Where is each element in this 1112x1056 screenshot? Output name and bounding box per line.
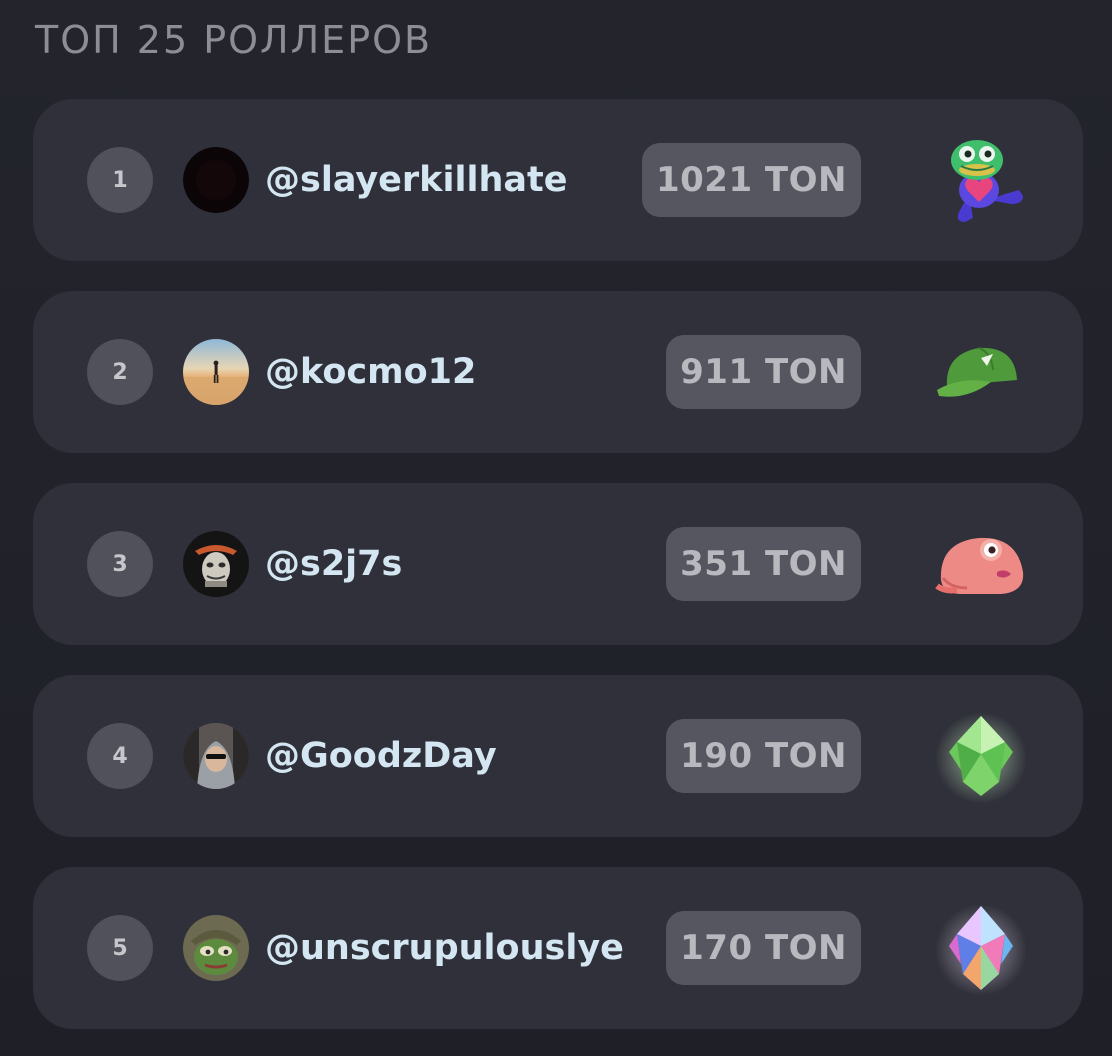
rainbow-crystal-icon [935, 904, 1027, 996]
user-avatar[interactable] [183, 723, 249, 789]
username-link[interactable]: @kocmo12 [265, 347, 476, 397]
beach-walker-avatar-icon [183, 339, 249, 405]
leaderboard-page: ТОП 25 РОЛЛЕРОВ 1 @slayerkillhate 1021 T… [0, 0, 1112, 1056]
dark-avatar-icon [183, 147, 249, 213]
amount-badge: 351 TON [666, 527, 861, 601]
rank-badge: 1 [87, 147, 153, 213]
hooded-man-avatar-icon [183, 723, 249, 789]
pink-toad-icon [935, 537, 1024, 594]
amount-badge: 1021 TON [641, 143, 861, 217]
user-avatar[interactable] [183, 339, 249, 405]
amount-badge: 170 TON [666, 911, 861, 985]
leaderboard-row[interactable]: 4 @GoodzDay 190 TON [33, 675, 1083, 837]
leaderboard-title: ТОП 25 РОЛЛЕРОВ [35, 18, 433, 62]
prize-item[interactable] [931, 708, 1031, 804]
leaderboard-row[interactable]: 1 @slayerkillhate 1021 TON [33, 99, 1083, 261]
green-cap-icon [937, 347, 1017, 397]
rank-badge: 4 [87, 723, 153, 789]
username-link[interactable]: @slayerkillhate [265, 155, 567, 205]
prize-item[interactable] [931, 516, 1031, 612]
user-avatar[interactable] [183, 147, 249, 213]
username-link[interactable]: @s2j7s [265, 539, 402, 589]
amount-badge: 911 TON [666, 335, 861, 409]
rank-badge: 3 [87, 531, 153, 597]
leaderboard-row[interactable]: 3 @s2j7s 351 TON [33, 483, 1083, 645]
prize-item[interactable] [931, 900, 1031, 996]
username-link[interactable]: @GoodzDay [265, 731, 497, 781]
green-crystal-icon [935, 712, 1027, 804]
amount-badge: 190 TON [666, 719, 861, 793]
leaderboard-row[interactable]: 5 @unscrupulouslye 170 TON [33, 867, 1083, 1029]
amount-label: 911 TON [680, 352, 847, 392]
username-link[interactable]: @unscrupulouslye [265, 923, 624, 973]
user-avatar[interactable] [183, 915, 249, 981]
amount-label: 190 TON [680, 736, 847, 776]
amount-label: 1021 TON [655, 160, 847, 200]
leaderboard-list: 1 @slayerkillhate 1021 TON 2 @kocmo12 91… [33, 99, 1083, 1029]
amount-label: 351 TON [680, 544, 847, 584]
rank-badge: 2 [87, 339, 153, 405]
masked-figure-avatar-icon [183, 531, 249, 597]
leaderboard-row[interactable]: 2 @kocmo12 911 TON [33, 291, 1083, 453]
prize-item[interactable] [931, 132, 1031, 228]
pepe-soldier-avatar-icon [183, 915, 249, 981]
user-avatar[interactable] [183, 531, 249, 597]
prize-item[interactable] [931, 324, 1031, 420]
amount-label: 170 TON [680, 928, 847, 968]
pepe-heart-sticker-icon [951, 140, 1023, 222]
rank-badge: 5 [87, 915, 153, 981]
